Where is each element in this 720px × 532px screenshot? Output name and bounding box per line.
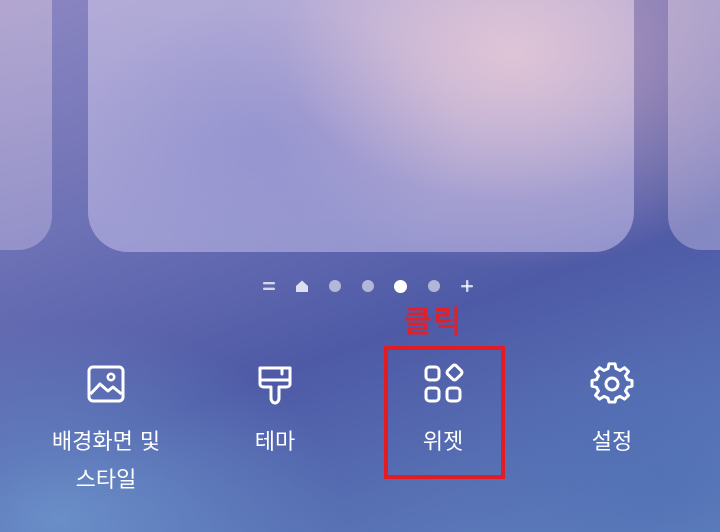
home-icon[interactable] [285,278,318,294]
widget-button[interactable]: 위젯 [358,362,528,462]
page-preview-right[interactable] [668,0,720,250]
page-preview-current[interactable] [88,0,634,252]
widgets-icon [424,363,464,403]
page-dot[interactable] [351,278,384,294]
theme-button[interactable]: 테마 [190,362,360,462]
wallpaper-label-line2: 스타일 [75,468,137,493]
plus-icon[interactable] [450,278,483,294]
widget-label: 위젯 [422,430,464,455]
brush-icon [258,366,292,405]
settings-button[interactable]: 설정 [527,362,697,462]
page-preview-left[interactable] [0,0,52,250]
gear-icon [590,362,634,404]
page-indicator [252,278,483,294]
wallpaper-label-line1: 배경화면 및 [51,430,161,455]
theme-label: 테마 [254,430,296,455]
settings-label: 설정 [591,430,633,455]
page-dot[interactable] [417,278,450,294]
menu-lines-icon[interactable] [252,278,285,294]
wallpaper-style-button[interactable]: 배경화면 및 스타일 [21,362,191,500]
page-dot[interactable] [318,278,351,294]
click-annotation: 클릭 [404,305,464,340]
image-icon [87,365,125,403]
page-dot-active[interactable] [384,278,417,294]
